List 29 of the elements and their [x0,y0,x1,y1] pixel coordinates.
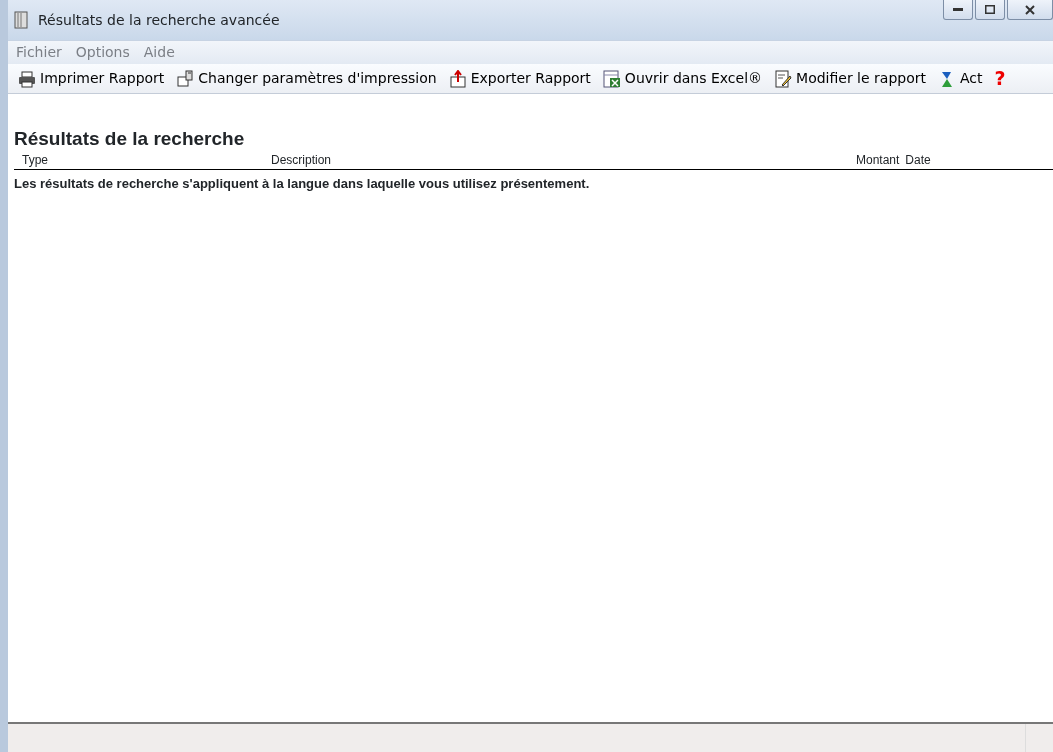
toolbar-button[interactable]: Imprimer Rapport [14,68,169,89]
menu-item[interactable]: Aide [143,42,175,63]
menu-item[interactable]: Options [75,42,130,63]
help-button[interactable]: ? [990,64,1010,93]
printer-icon [18,69,36,88]
maximize-icon [985,5,995,14]
toolbar-button[interactable]: Ouvrir dans Excel® [598,68,767,89]
act-button[interactable]: Act [934,68,987,89]
report-title: Résultats de la recherche [14,128,246,151]
maximize-button[interactable] [975,0,1005,20]
info-message: Les résultats de recherche s'appliquent à la langue dans laquelle vous utilisez présentement. [14,174,591,193]
column-header: Type [22,151,49,169]
column-header: Montant [856,151,900,169]
printer-settings-icon [176,69,195,88]
toolbar-button[interactable]: Changer paramètres d'impression [172,68,441,89]
minimize-icon [953,8,963,11]
column-header: Description [271,151,333,169]
close-icon [1025,4,1035,15]
close-button[interactable] [1007,0,1053,20]
window-icon [12,11,30,29]
window-title: Résultats de la recherche avancée [38,10,280,30]
export-icon [448,69,467,88]
toolbar-button[interactable]: Modifier le rapport [770,68,930,89]
column-header: Date [905,151,931,169]
toolbar-button[interactable]: Exporter Rapport [444,68,595,89]
document-edit-icon [774,69,793,88]
minimize-button[interactable] [943,0,973,20]
menu-item[interactable]: Fichier [16,42,62,63]
spreadsheet-icon [602,69,621,88]
